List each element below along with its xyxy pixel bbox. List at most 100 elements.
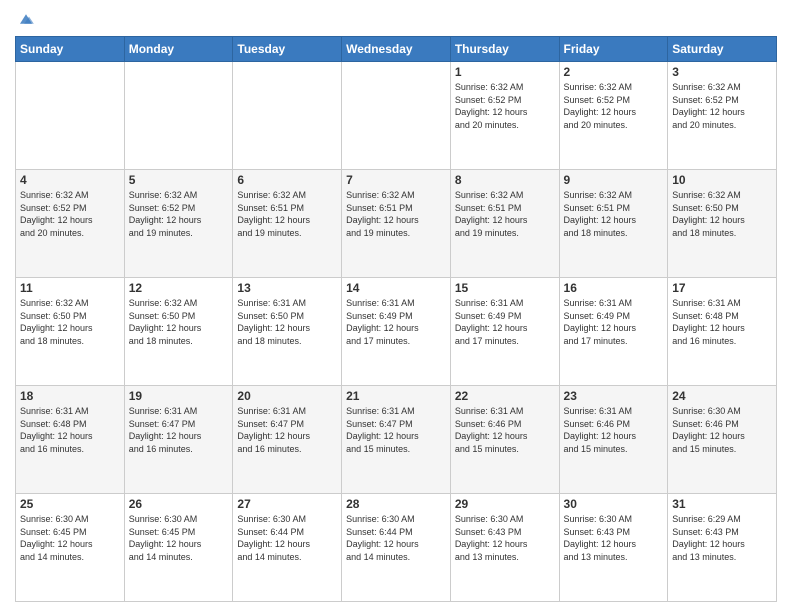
weekday-header-tuesday: Tuesday [233, 37, 342, 62]
day-number: 26 [129, 497, 229, 511]
day-cell: 18 Sunrise: 6:31 AM Sunset: 6:48 PM Dayli… [16, 386, 125, 494]
week-row-4: 18 Sunrise: 6:31 AM Sunset: 6:48 PM Dayli… [16, 386, 777, 494]
day-number: 9 [564, 173, 664, 187]
calendar-table: SundayMondayTuesdayWednesdayThursdayFrid… [15, 36, 777, 602]
day-info: Sunrise: 6:31 AM Sunset: 6:49 PM Dayligh… [564, 297, 664, 347]
day-number: 5 [129, 173, 229, 187]
day-number: 11 [20, 281, 120, 295]
day-info: Sunrise: 6:30 AM Sunset: 6:45 PM Dayligh… [129, 513, 229, 563]
day-number: 27 [237, 497, 337, 511]
day-number: 24 [672, 389, 772, 403]
day-cell: 20 Sunrise: 6:31 AM Sunset: 6:47 PM Dayli… [233, 386, 342, 494]
day-info: Sunrise: 6:30 AM Sunset: 6:44 PM Dayligh… [346, 513, 446, 563]
day-cell: 13 Sunrise: 6:31 AM Sunset: 6:50 PM Dayli… [233, 278, 342, 386]
day-cell: 3 Sunrise: 6:32 AM Sunset: 6:52 PM Daylig… [668, 62, 777, 170]
day-cell: 19Sunrise: 6:31 AM Sunset: 6:47 PM Dayli… [124, 386, 233, 494]
day-cell: 29 Sunrise: 6:30 AM Sunset: 6:43 PM Dayli… [450, 494, 559, 602]
day-number: 1 [455, 65, 555, 79]
weekday-header-row: SundayMondayTuesdayWednesdayThursdayFrid… [16, 37, 777, 62]
day-info: Sunrise: 6:32 AM Sunset: 6:51 PM Dayligh… [455, 189, 555, 239]
day-info: Sunrise: 6:31 AM Sunset: 6:47 PM Dayligh… [237, 405, 337, 455]
day-cell: 21 Sunrise: 6:31 AM Sunset: 6:47 PM Dayli… [342, 386, 451, 494]
day-info: Sunrise: 6:30 AM Sunset: 6:46 PM Dayligh… [672, 405, 772, 455]
header [15, 10, 777, 28]
day-cell: 1 Sunrise: 6:32 AM Sunset: 6:52 PM Daylig… [450, 62, 559, 170]
day-info: Sunrise: 6:31 AM Sunset: 6:46 PM Dayligh… [564, 405, 664, 455]
logo [15, 10, 35, 28]
day-info: Sunrise: 6:29 AM Sunset: 6:43 PM Dayligh… [672, 513, 772, 563]
day-cell: 23 Sunrise: 6:31 AM Sunset: 6:46 PM Dayli… [559, 386, 668, 494]
logo-icon [17, 10, 35, 28]
day-number: 28 [346, 497, 446, 511]
day-number: 29 [455, 497, 555, 511]
day-info: Sunrise: 6:30 AM Sunset: 6:45 PM Dayligh… [20, 513, 120, 563]
week-row-2: 4Sunrise: 6:32 AM Sunset: 6:52 PM Daylig… [16, 170, 777, 278]
day-info: Sunrise: 6:31 AM Sunset: 6:47 PM Dayligh… [346, 405, 446, 455]
day-number: 8 [455, 173, 555, 187]
day-number: 12 [129, 281, 229, 295]
day-number: 3 [672, 65, 772, 79]
week-row-3: 11 Sunrise: 6:32 AM Sunset: 6:50 PM Dayli… [16, 278, 777, 386]
day-info: Sunrise: 6:31 AM Sunset: 6:50 PM Dayligh… [237, 297, 337, 347]
day-number: 17 [672, 281, 772, 295]
day-cell: 14 Sunrise: 6:31 AM Sunset: 6:49 PM Dayli… [342, 278, 451, 386]
weekday-header-thursday: Thursday [450, 37, 559, 62]
day-info: Sunrise: 6:32 AM Sunset: 6:52 PM Dayligh… [672, 81, 772, 131]
day-info: Sunrise: 6:30 AM Sunset: 6:43 PM Dayligh… [564, 513, 664, 563]
day-number: 21 [346, 389, 446, 403]
day-cell: 24 Sunrise: 6:30 AM Sunset: 6:46 PM Dayli… [668, 386, 777, 494]
day-cell: 28 Sunrise: 6:30 AM Sunset: 6:44 PM Dayli… [342, 494, 451, 602]
day-cell: 12 Sunrise: 6:32 AM Sunset: 6:50 PM Dayli… [124, 278, 233, 386]
day-number: 25 [20, 497, 120, 511]
week-row-1: 1 Sunrise: 6:32 AM Sunset: 6:52 PM Daylig… [16, 62, 777, 170]
day-number: 16 [564, 281, 664, 295]
page: SundayMondayTuesdayWednesdayThursdayFrid… [0, 0, 792, 612]
day-cell: 25 Sunrise: 6:30 AM Sunset: 6:45 PM Dayli… [16, 494, 125, 602]
day-number: 30 [564, 497, 664, 511]
day-info: Sunrise: 6:31 AM Sunset: 6:48 PM Dayligh… [20, 405, 120, 455]
day-info: Sunrise: 6:31 AM Sunset: 6:49 PM Dayligh… [346, 297, 446, 347]
day-info: Sunrise: 6:32 AM Sunset: 6:50 PM Dayligh… [672, 189, 772, 239]
day-info: Sunrise: 6:32 AM Sunset: 6:52 PM Dayligh… [20, 189, 120, 239]
day-number: 23 [564, 389, 664, 403]
day-number: 7 [346, 173, 446, 187]
day-number: 13 [237, 281, 337, 295]
day-cell: 7 Sunrise: 6:32 AM Sunset: 6:51 PM Daylig… [342, 170, 451, 278]
day-cell: 4Sunrise: 6:32 AM Sunset: 6:52 PM Daylig… [16, 170, 125, 278]
day-cell [233, 62, 342, 170]
day-cell: 11 Sunrise: 6:32 AM Sunset: 6:50 PM Dayli… [16, 278, 125, 386]
day-cell [342, 62, 451, 170]
day-number: 20 [237, 389, 337, 403]
day-cell: 22 Sunrise: 6:31 AM Sunset: 6:46 PM Dayli… [450, 386, 559, 494]
day-info: Sunrise: 6:32 AM Sunset: 6:51 PM Dayligh… [346, 189, 446, 239]
day-info: Sunrise: 6:32 AM Sunset: 6:52 PM Dayligh… [129, 189, 229, 239]
day-info: Sunrise: 6:32 AM Sunset: 6:52 PM Dayligh… [455, 81, 555, 131]
day-cell: 5 Sunrise: 6:32 AM Sunset: 6:52 PM Daylig… [124, 170, 233, 278]
day-info: Sunrise: 6:31 AM Sunset: 6:48 PM Dayligh… [672, 297, 772, 347]
weekday-header-friday: Friday [559, 37, 668, 62]
day-number: 14 [346, 281, 446, 295]
day-number: 6 [237, 173, 337, 187]
day-info: Sunrise: 6:30 AM Sunset: 6:43 PM Dayligh… [455, 513, 555, 563]
day-info: Sunrise: 6:32 AM Sunset: 6:51 PM Dayligh… [237, 189, 337, 239]
day-number: 18 [20, 389, 120, 403]
day-cell: 16 Sunrise: 6:31 AM Sunset: 6:49 PM Dayli… [559, 278, 668, 386]
weekday-header-sunday: Sunday [16, 37, 125, 62]
day-number: 31 [672, 497, 772, 511]
weekday-header-saturday: Saturday [668, 37, 777, 62]
day-cell: 26 Sunrise: 6:30 AM Sunset: 6:45 PM Dayli… [124, 494, 233, 602]
day-cell: 10 Sunrise: 6:32 AM Sunset: 6:50 PM Dayli… [668, 170, 777, 278]
day-info: Sunrise: 6:32 AM Sunset: 6:52 PM Dayligh… [564, 81, 664, 131]
day-number: 22 [455, 389, 555, 403]
day-info: Sunrise: 6:32 AM Sunset: 6:50 PM Dayligh… [20, 297, 120, 347]
day-info: Sunrise: 6:32 AM Sunset: 6:50 PM Dayligh… [129, 297, 229, 347]
weekday-header-wednesday: Wednesday [342, 37, 451, 62]
day-info: Sunrise: 6:31 AM Sunset: 6:49 PM Dayligh… [455, 297, 555, 347]
week-row-5: 25 Sunrise: 6:30 AM Sunset: 6:45 PM Dayli… [16, 494, 777, 602]
day-number: 10 [672, 173, 772, 187]
day-info: Sunrise: 6:31 AM Sunset: 6:46 PM Dayligh… [455, 405, 555, 455]
day-number: 2 [564, 65, 664, 79]
day-info: Sunrise: 6:32 AM Sunset: 6:51 PM Dayligh… [564, 189, 664, 239]
day-info: Sunrise: 6:31 AM Sunset: 6:47 PM Dayligh… [129, 405, 229, 455]
weekday-header-monday: Monday [124, 37, 233, 62]
